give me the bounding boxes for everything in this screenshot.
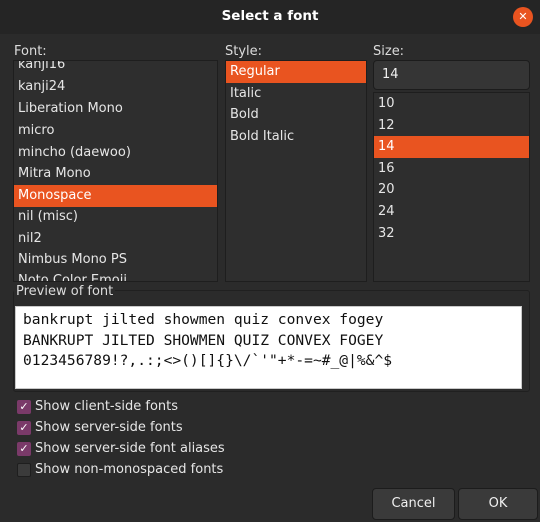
size-label: Size: bbox=[373, 44, 405, 59]
font-list-item[interactable]: micro bbox=[14, 120, 217, 142]
dialog-title: Select a font bbox=[221, 8, 319, 24]
size-list-item[interactable]: 16 bbox=[374, 158, 529, 180]
checkbox-label: Show client-side fonts bbox=[35, 399, 179, 414]
font-list-item[interactable]: nil2 bbox=[14, 228, 217, 250]
style-label: Style: bbox=[225, 44, 263, 59]
preview-line-uppercase: BANKRUPT JILTED SHOWMEN QUIZ CONVEX FOGE… bbox=[23, 331, 384, 349]
style-list-item[interactable]: Bold Italic bbox=[226, 126, 366, 148]
unchecked-box-icon bbox=[17, 463, 31, 477]
font-list-item[interactable]: Nimbus Mono PS bbox=[14, 249, 217, 271]
font-list[interactable]: kanji16 kanji24 Liberation Mono micro mi… bbox=[13, 60, 218, 282]
style-list-item[interactable]: Bold bbox=[226, 104, 366, 126]
cancel-button[interactable]: Cancel bbox=[372, 488, 455, 520]
close-button[interactable]: ✕ bbox=[513, 7, 533, 27]
preview-line-symbols: 0123456789!?,.:;<>()[]{}\/`'"+*-=~#_@|%&… bbox=[23, 352, 393, 369]
preview-text-area[interactable]: bankrupt jilted showmen quiz convex foge… bbox=[15, 306, 522, 389]
size-input[interactable]: 14 bbox=[373, 60, 530, 90]
font-list-item[interactable]: mincho (daewoo) bbox=[14, 142, 217, 164]
size-list-item[interactable]: 24 bbox=[374, 201, 529, 223]
font-list-item[interactable]: Noto Color Emoji bbox=[14, 270, 217, 281]
font-list-item[interactable]: Mitra Mono bbox=[14, 163, 217, 185]
checkbox-label: Show server-side fonts bbox=[35, 420, 183, 435]
ok-button[interactable]: OK bbox=[458, 488, 538, 520]
style-list[interactable]: Regular Italic Bold Bold Italic bbox=[225, 60, 367, 282]
preview-line-lowercase: bankrupt jilted showmen quiz convex foge… bbox=[23, 311, 384, 328]
font-list-item[interactable]: Liberation Mono bbox=[14, 98, 217, 120]
style-list-item[interactable]: Italic bbox=[226, 83, 366, 105]
font-list-item[interactable]: nil (misc) bbox=[14, 206, 217, 228]
font-label: Font: bbox=[14, 44, 47, 59]
size-list-item[interactable]: 10 bbox=[374, 93, 529, 115]
preview-label: Preview of font bbox=[14, 284, 116, 299]
close-icon: ✕ bbox=[518, 10, 528, 23]
size-list-item[interactable]: 20 bbox=[374, 179, 529, 201]
checkbox-label: Show server-side font aliases bbox=[35, 441, 225, 456]
size-list-item-selected[interactable]: 14 bbox=[374, 136, 529, 158]
size-list-item[interactable]: 32 bbox=[374, 223, 529, 245]
font-list-item[interactable]: kanji16 bbox=[14, 61, 217, 76]
checkmark-icon: ✓ bbox=[17, 421, 31, 435]
checkmark-icon: ✓ bbox=[17, 400, 31, 414]
style-list-item-selected[interactable]: Regular bbox=[226, 61, 366, 83]
title-bar: Select a font ✕ bbox=[0, 0, 540, 34]
checkbox-label: Show non-monospaced fonts bbox=[35, 462, 224, 477]
checkmark-icon: ✓ bbox=[17, 442, 31, 456]
size-list-item[interactable]: 12 bbox=[374, 115, 529, 137]
size-list[interactable]: 10 12 14 16 20 24 32 bbox=[373, 92, 530, 282]
font-list-item-selected[interactable]: Monospace bbox=[14, 185, 217, 207]
font-list-item[interactable]: kanji24 bbox=[14, 76, 217, 98]
